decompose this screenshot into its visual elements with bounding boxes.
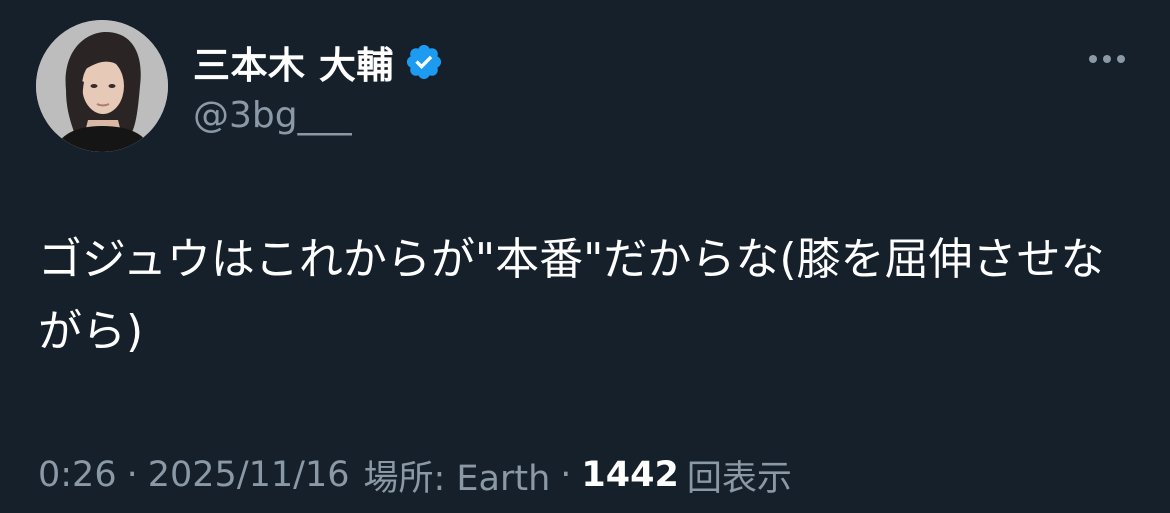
author-display-name[interactable]: 三本木 大輔 bbox=[193, 35, 394, 89]
more-dot bbox=[1117, 55, 1125, 63]
avatar[interactable] bbox=[36, 20, 168, 152]
tweet-meta: 0:26 · 2025/11/16 場所: Earth · 1442 回表示 bbox=[38, 450, 792, 500]
avatar-photo bbox=[36, 20, 168, 152]
tweet-location: 場所: Earth bbox=[363, 458, 551, 499]
views-count[interactable]: 1442 bbox=[581, 455, 678, 495]
more-dot bbox=[1103, 55, 1111, 63]
more-dot bbox=[1089, 55, 1097, 63]
more-options-icon[interactable] bbox=[1078, 44, 1136, 74]
verified-badge-icon bbox=[404, 42, 444, 82]
meta-separator: · bbox=[560, 455, 572, 495]
tweet-detail: 三本木 大輔 @3bg___ ゴジュウはこれからが"本番"だからな(膝を屈伸させ… bbox=[0, 0, 1170, 513]
tweet-date[interactable]: 2025/11/16 bbox=[148, 455, 350, 495]
tweet-time[interactable]: 0:26 bbox=[38, 455, 117, 495]
author-handle[interactable]: @3bg___ bbox=[193, 95, 352, 136]
meta-separator: · bbox=[126, 455, 138, 495]
tweet-text: ゴジュウはこれからが"本番"だからな(膝を屈伸させながら) bbox=[38, 234, 1105, 357]
views-label: 回表示 bbox=[686, 458, 792, 499]
author-name-row[interactable]: 三本木 大輔 bbox=[193, 36, 444, 88]
